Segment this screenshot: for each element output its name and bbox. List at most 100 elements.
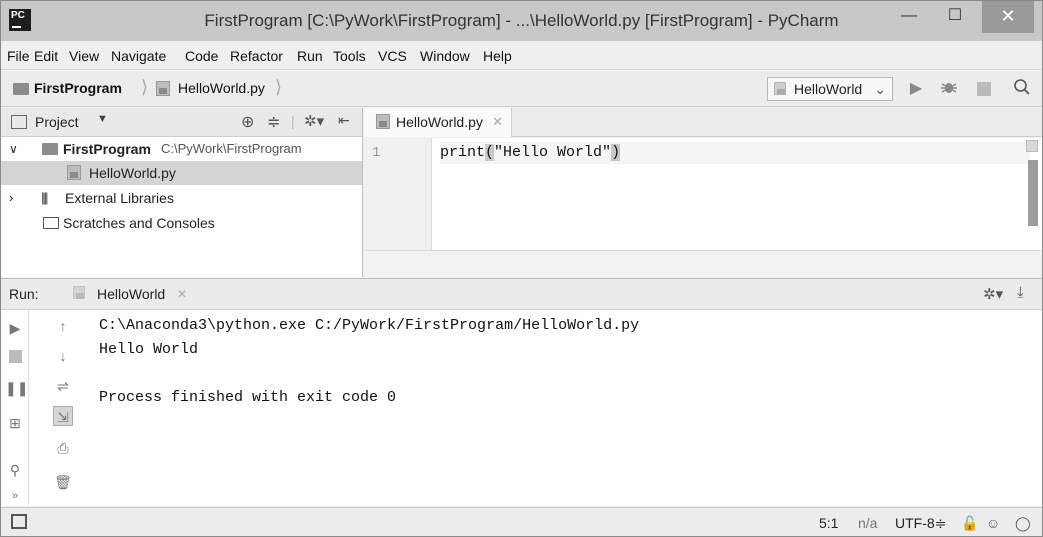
console-line: Process finished with exit code 0 — [99, 389, 397, 406]
caret-down-icon[interactable]: ▼ — [97, 113, 108, 125]
root-name: FirstProgram — [63, 141, 151, 157]
divider: | — [291, 113, 295, 129]
stop-icon[interactable] — [5, 347, 25, 367]
tree-file-helloworld[interactable]: HelloWorld.py — [1, 161, 362, 185]
code-editor[interactable]: 1 print("Hello World") — [364, 138, 1042, 277]
menu-navigate[interactable]: Navigate — [111, 48, 166, 64]
run-icon[interactable]: ▶ — [905, 78, 927, 100]
run-tab-label[interactable]: HelloWorld — [97, 286, 165, 302]
run-toolbar-right: ↑ ↓ ⇌ ⇲ ⎙ 🗑 — [49, 310, 77, 506]
rerun-icon[interactable]: ▶ — [5, 318, 25, 338]
run-config-label: HelloWorld — [794, 81, 863, 97]
inspector-icon[interactable]: ☺ — [986, 515, 1000, 531]
more-icon[interactable]: » — [5, 486, 25, 506]
lock-icon[interactable]: 🔓 — [961, 515, 978, 532]
tree-scratches[interactable]: Scratches and Consoles — [1, 211, 362, 235]
breadcrumb-project[interactable]: FirstProgram — [34, 80, 122, 96]
python-file-icon — [376, 114, 390, 129]
menu-code[interactable]: Code — [185, 48, 218, 64]
run-panel: ▶ ❚❚ ⊞ ⚲ » ↑ ↓ ⇌ ⇲ ⎙ 🗑 C:\Anaconda3\pyth… — [1, 310, 1042, 506]
menu-window[interactable]: Window — [420, 48, 470, 64]
menu-file[interactable]: File — [7, 48, 30, 64]
python-file-icon — [156, 81, 170, 96]
menu-help[interactable]: Help — [483, 48, 512, 64]
scroll-to-end-icon[interactable]: ⇲ — [53, 406, 73, 426]
layout-icon[interactable]: ⊞ — [5, 413, 25, 433]
code-close-paren: ) — [611, 144, 621, 161]
run-toolbar-left: ▶ ❚❚ ⊞ ⚲ » — [1, 310, 29, 506]
soft-wrap-icon[interactable]: ⇌ — [53, 376, 73, 396]
line-separator[interactable]: n/a — [858, 515, 877, 531]
run-config-select[interactable]: HelloWorld ⌄ — [767, 77, 893, 101]
search-icon[interactable] — [1011, 78, 1033, 100]
line-number: 1 — [372, 145, 381, 161]
tree-root[interactable]: ∨ FirstProgram C:\PyWork\FirstProgram — [1, 137, 362, 161]
console-output[interactable]: C:\Anaconda3\python.exe C:/PyWork/FirstP… — [99, 314, 639, 410]
project-panel-header: Project ▼ ⊕ ≑ | ✲▾ ⇤ — [1, 108, 363, 137]
maximize-button[interactable]: ☐ — [932, 1, 978, 33]
expand-icon[interactable]: ∨ — [9, 137, 18, 161]
collapse-all-icon[interactable]: ≑ — [267, 112, 280, 132]
code-arg: "Hello World" — [494, 144, 612, 161]
pycharm-window: PC FirstProgram [C:\PyWork\FirstProgram]… — [0, 0, 1043, 537]
editor-scrollbar[interactable] — [1026, 140, 1038, 228]
hide-panel-icon[interactable]: ⇤ — [338, 112, 350, 129]
python-file-icon — [73, 286, 85, 299]
project-tree: ∨ FirstProgram C:\PyWork\FirstProgram He… — [1, 137, 363, 277]
stop-icon[interactable] — [973, 78, 995, 100]
breadcrumb-file[interactable]: HelloWorld.py — [178, 80, 265, 96]
arrow-down-icon[interactable]: ↓ — [53, 346, 73, 366]
menu-refactor[interactable]: Refactor — [230, 48, 283, 64]
breadcrumb-separator: ⟩ — [141, 77, 149, 97]
breadcrumb-separator: ⟩ — [275, 77, 283, 97]
folder-icon — [42, 143, 58, 155]
encoding[interactable]: UTF-8≑ — [895, 515, 946, 532]
tool-windows-icon[interactable] — [11, 514, 27, 529]
code-open-paren: ( — [485, 144, 495, 161]
tree-external-libraries[interactable]: › |||| External Libraries — [1, 186, 362, 210]
menu-tools[interactable]: Tools — [333, 48, 366, 64]
minimize-panel-icon[interactable]: ⤓ — [1017, 284, 1024, 301]
python-file-icon — [67, 165, 81, 180]
locate-icon[interactable]: ⊕ — [241, 112, 254, 132]
tree-file-label: HelloWorld.py — [89, 165, 176, 181]
menu-bar: File Edit View Navigate Code Refactor Ru… — [1, 42, 1042, 70]
run-label: Run: — [9, 286, 39, 302]
editor-footer — [364, 250, 1042, 277]
tab-helloworld[interactable]: HelloWorld.py ✕ — [364, 108, 512, 137]
menu-edit[interactable]: Edit — [34, 48, 58, 64]
project-view-label[interactable]: Project — [35, 114, 79, 130]
close-tab-icon[interactable]: ✕ — [492, 108, 503, 136]
tree-scratches-label: Scratches and Consoles — [63, 215, 215, 231]
library-icon: |||| — [41, 190, 48, 205]
trash-icon[interactable]: 🗑 — [53, 472, 73, 492]
inspection-marker — [1026, 140, 1038, 152]
gear-icon[interactable]: ✲▾ — [983, 285, 1003, 303]
cursor-position[interactable]: 5:1 — [819, 515, 838, 531]
code-line-1[interactable]: print("Hello World") — [440, 142, 1030, 164]
gear-icon[interactable]: ✲▾ — [304, 112, 324, 130]
project-view-icon — [11, 115, 27, 129]
scroll-thumb[interactable] — [1028, 160, 1038, 226]
close-button[interactable]: ✕ — [982, 1, 1034, 33]
chevron-down-icon: ⌄ — [874, 81, 886, 97]
tree-external-label: External Libraries — [65, 190, 174, 206]
console-line: Hello World — [99, 341, 199, 358]
editor-tabs: HelloWorld.py ✕ — [364, 108, 1042, 137]
close-tab-icon[interactable]: ✕ — [177, 287, 187, 301]
root-path: C:\PyWork\FirstProgram — [161, 141, 302, 156]
print-icon[interactable]: ⎙ — [53, 438, 73, 458]
pin-icon[interactable]: ⚲ — [5, 460, 25, 480]
minimize-button[interactable]: — — [886, 1, 932, 33]
debug-icon[interactable] — [938, 78, 960, 100]
event-log-icon[interactable]: ◯ — [1015, 515, 1031, 532]
arrow-up-icon[interactable]: ↑ — [53, 316, 73, 336]
menu-vcs[interactable]: VCS — [378, 48, 407, 64]
menu-view[interactable]: View — [69, 48, 99, 64]
run-panel-header: Run: HelloWorld ✕ ✲▾ ⤓ — [1, 278, 1042, 310]
chevron-right-icon[interactable]: › — [9, 186, 13, 210]
menu-run[interactable]: Run — [297, 48, 323, 64]
pause-icon[interactable]: ❚❚ — [5, 378, 28, 398]
navigation-bar: FirstProgram ⟩ HelloWorld.py ⟩ HelloWorl… — [1, 71, 1042, 107]
